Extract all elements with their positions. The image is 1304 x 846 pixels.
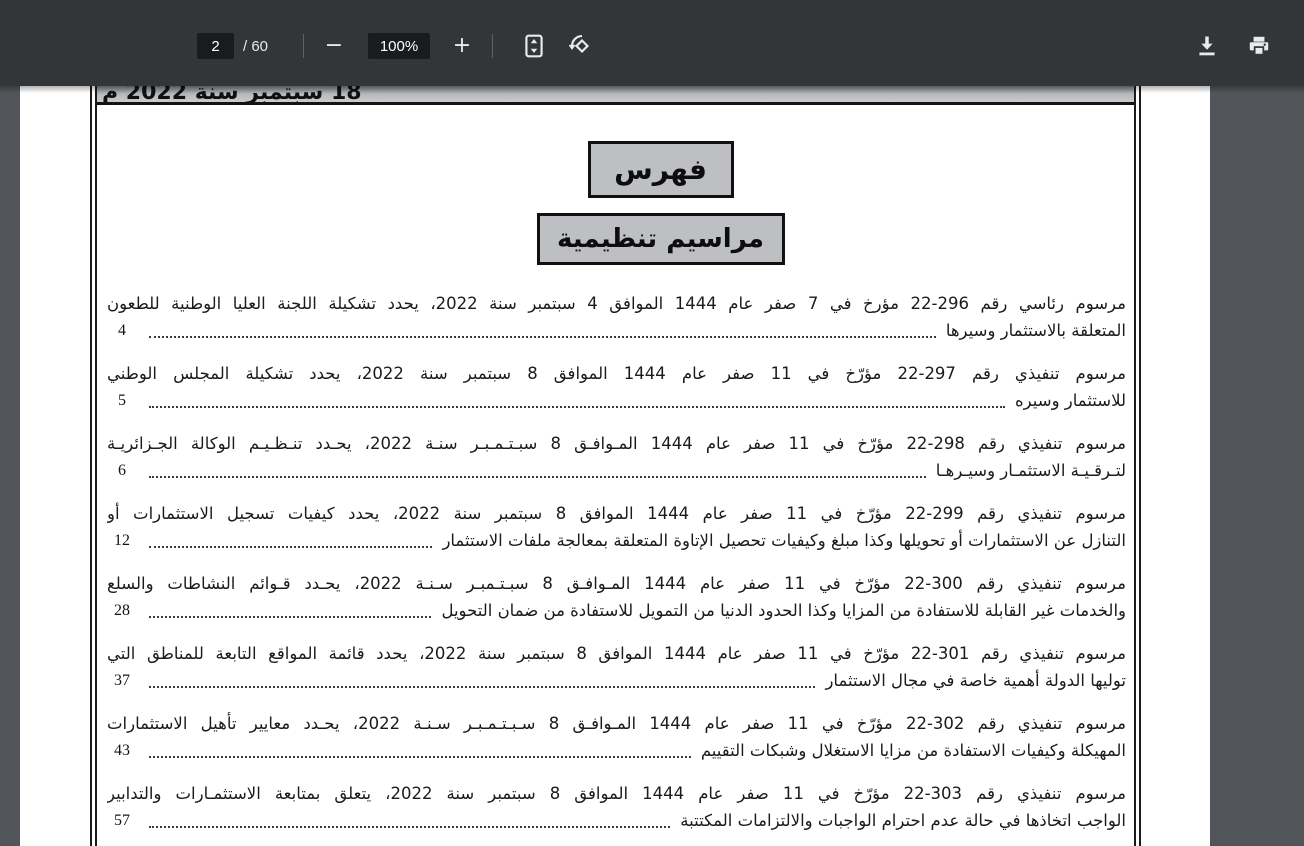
toc-entry-line1: مرسوم تنفيذي رقم 303-22 مؤرّخ في 11 صفر …: [107, 784, 1126, 803]
dot-leader: [149, 616, 432, 618]
page-running-header: 18 سبتمبر سنة 2022 م: [97, 86, 1134, 105]
toc-entry-line2-row: المتعلقة بالاستثمار وسيرها 4: [107, 317, 1126, 344]
toc-entry-line2: التنازل عن الاستثمارات أو تحويلها وكذا م…: [442, 531, 1126, 550]
toc-entry-line2: المتعلقة بالاستثمار وسيرها: [945, 321, 1126, 340]
toc-entry-line1: مرسوم تنفيذي رقم 302-22 مؤرّخ في 11 صفر …: [107, 714, 1126, 733]
download-button[interactable]: [1192, 31, 1222, 61]
toc-entry-page-number: 37: [114, 672, 130, 689]
toc-entry-line2: للاستثمار وسيره: [1015, 391, 1126, 410]
dot-leader: [149, 686, 816, 688]
dot-leader: [149, 826, 671, 828]
toc-entry-page-number: 5: [118, 392, 126, 409]
rotate-counterclockwise-icon: [568, 34, 590, 54]
zoom-level-input[interactable]: [368, 33, 430, 59]
toc-entry-line1: مرسوم تنفيذي رقم 300-22 مؤرّخ في 11 صفر …: [107, 574, 1126, 593]
dot-leader: [149, 406, 1006, 408]
toolbar-divider: [303, 34, 304, 58]
toc-entries: مرسوم رئاسي رقم 296-22 مؤرخ في 7 صفر عام…: [107, 290, 1126, 834]
toc-entry: مرسوم تنفيذي رقم 301-22 مؤرّخ في 11 صفر …: [107, 640, 1126, 694]
page-count-label: / 60: [243, 38, 269, 55]
toolbar-divider: [492, 34, 493, 58]
print-icon: [1249, 36, 1269, 56]
zoom-in-button[interactable]: +: [446, 30, 478, 62]
toc-entry-line1: مرسوم تنفيذي رقم 297-22 مؤرّخ في 11 صفر …: [107, 364, 1126, 383]
dot-leader: [149, 546, 433, 548]
dot-leader: [149, 476, 926, 478]
toc-entry-line2-row: المهيكلة وكيفيات الاستفادة من مزايا الاس…: [107, 737, 1126, 764]
dot-leader: [149, 336, 936, 338]
toc-entry-line2-row: توليها الدولة أهمية خاصة في مجال الاستثم…: [107, 667, 1126, 694]
toc-entry-line2: لتـرقـيـة الاستثمـار وسيـرهـا: [935, 461, 1126, 480]
toc-entry-page-number: 12: [114, 532, 130, 549]
page-inner-frame: 18 سبتمبر سنة 2022 م فهرس مراسيم تنظيمية…: [95, 86, 1136, 846]
toc-entry-page-number: 43: [114, 742, 130, 759]
fit-to-page-icon: [525, 34, 543, 58]
toc-title-box: فهرس: [587, 141, 734, 198]
toc-entry-line2: توليها الدولة أهمية خاصة في مجال الاستثم…: [825, 671, 1126, 690]
pdf-viewer[interactable]: 18 سبتمبر سنة 2022 م فهرس مراسيم تنظيمية…: [0, 86, 1304, 846]
toc-entry-line1: مرسوم تنفيذي رقم 298-22 مؤرّخ في 11 صفر …: [107, 434, 1126, 453]
running-header-date: 18 سبتمبر سنة 2022 م: [102, 86, 362, 105]
document-page: 18 سبتمبر سنة 2022 م فهرس مراسيم تنظيمية…: [20, 86, 1210, 846]
toc-entry-line2: الواجب اتخاذها في حالة عدم احترام الواجب…: [680, 811, 1126, 830]
toc-entry-page-number: 28: [114, 602, 130, 619]
toc-entry: مرسوم تنفيذي رقم 303-22 مؤرّخ في 11 صفر …: [107, 780, 1126, 834]
toc-entry: مرسوم تنفيذي رقم 298-22 مؤرّخ في 11 صفر …: [107, 430, 1126, 484]
toc-entry-line2: المهيكلة وكيفيات الاستفادة من مزايا الاس…: [700, 741, 1126, 760]
toc-title: فهرس: [614, 153, 707, 186]
section-title: مراسيم تنظيمية: [557, 224, 764, 254]
toc-entry: مرسوم تنفيذي رقم 297-22 مؤرّخ في 11 صفر …: [107, 360, 1126, 414]
print-button[interactable]: [1244, 31, 1274, 61]
page-number-input[interactable]: [197, 33, 234, 59]
toc-entry-line1: مرسوم تنفيذي رقم 299-22 مؤرّخ في 11 صفر …: [107, 504, 1126, 523]
toc-entry-line1: مرسوم رئاسي رقم 296-22 مؤرخ في 7 صفر عام…: [107, 294, 1126, 313]
toc-entry-line2-row: التنازل عن الاستثمارات أو تحويلها وكذا م…: [107, 527, 1126, 554]
zoom-out-button[interactable]: −: [318, 30, 350, 62]
download-icon: [1199, 36, 1215, 56]
page-outer-frame: 18 سبتمبر سنة 2022 م فهرس مراسيم تنظيمية…: [90, 86, 1141, 846]
toc-entry: مرسوم تنفيذي رقم 299-22 مؤرّخ في 11 صفر …: [107, 500, 1126, 554]
pdf-toolbar: / 60 − +: [0, 0, 1304, 86]
toc-entry: مرسوم رئاسي رقم 296-22 مؤرخ في 7 صفر عام…: [107, 290, 1126, 344]
toc-entry-line2-row: للاستثمار وسيره 5: [107, 387, 1126, 414]
toc-entry: مرسوم تنفيذي رقم 300-22 مؤرّخ في 11 صفر …: [107, 570, 1126, 624]
dot-leader: [149, 756, 691, 758]
toc-entry-line2-row: لتـرقـيـة الاستثمـار وسيـرهـا 6: [107, 457, 1126, 484]
toc-entry: مرسوم تنفيذي رقم 302-22 مؤرّخ في 11 صفر …: [107, 710, 1126, 764]
section-title-box: مراسيم تنظيمية: [536, 213, 785, 265]
toc-entry-line1: مرسوم تنفيذي رقم 301-22 مؤرّخ في 11 صفر …: [107, 644, 1126, 663]
toc-entry-line2: والخدمات غير القابلة للاستفادة من المزاي…: [441, 601, 1126, 620]
title-boxes: فهرس مراسيم تنظيمية: [142, 141, 1179, 265]
fit-to-page-button[interactable]: [519, 31, 549, 61]
toc-entry-line2-row: الواجب اتخاذها في حالة عدم احترام الواجب…: [107, 807, 1126, 834]
rotate-button[interactable]: [567, 31, 597, 61]
toc-entry-page-number: 4: [118, 322, 126, 339]
toc-entry-line2-row: والخدمات غير القابلة للاستفادة من المزاي…: [107, 597, 1126, 624]
toc-entry-page-number: 6: [118, 462, 126, 479]
toc-entry-page-number: 57: [114, 812, 130, 829]
